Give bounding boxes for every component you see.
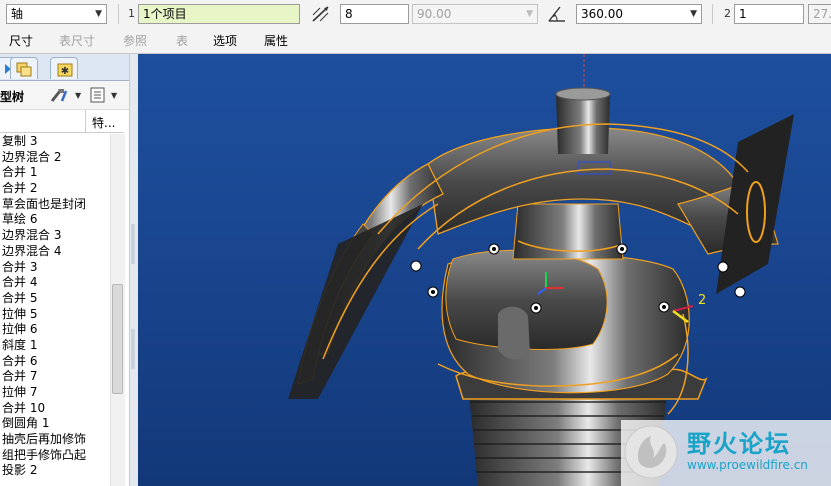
watermark-logo-icon	[624, 425, 678, 479]
thickness-input[interactable]: 8	[340, 4, 409, 24]
tree-item[interactable]: 合并 7	[0, 369, 112, 385]
reference-count-label: 1	[128, 7, 135, 20]
angle-icon[interactable]	[546, 4, 568, 24]
splitter-grip[interactable]	[131, 329, 135, 369]
axis-label-text: 2	[698, 293, 706, 308]
tree-item[interactable]: 投影 2	[0, 463, 112, 479]
feature-type-value: 轴	[11, 7, 24, 21]
tree-column-header: 特...	[0, 110, 124, 133]
column-feature-label[interactable]: 特...	[92, 114, 115, 131]
tab-options[interactable]: 选项	[213, 32, 237, 49]
tree-item[interactable]: 合并 2	[0, 181, 112, 197]
tree-scrollbar[interactable]	[110, 134, 125, 486]
tree-item[interactable]: 合并 4	[0, 275, 112, 291]
svg-text:▼: ▼	[75, 91, 82, 100]
chevron-down-icon: ▼	[95, 9, 102, 19]
tree-item[interactable]: 草绘 6	[0, 212, 112, 228]
tree-item[interactable]: 草会面也是封闭	[0, 197, 112, 213]
tab-folder-browser[interactable]	[10, 57, 38, 79]
tree-item[interactable]: 复制 3	[0, 134, 112, 150]
tab-properties[interactable]: 属性	[264, 32, 288, 49]
tree-show-button[interactable]: ▼	[88, 85, 122, 105]
panel-splitter[interactable]	[129, 54, 138, 486]
tree-item[interactable]: 抽壳后再加修饰	[0, 432, 112, 448]
tree-item[interactable]: 合并 6	[0, 354, 112, 370]
tab-favorites[interactable]: ✱	[50, 57, 78, 79]
tree-item[interactable]: 边界混合 3	[0, 228, 112, 244]
angle-disabled-value: 90.00	[417, 7, 452, 21]
angle-select[interactable]: 360.00 ▼	[576, 4, 702, 24]
tree-item[interactable]: 倒圆角 1	[0, 416, 112, 432]
model-tree-header: 型树 ▼ ▼	[0, 81, 137, 110]
sketch-plane-left	[288, 204, 423, 399]
feature-type-select[interactable]: 轴 ▼	[6, 4, 107, 24]
top-cylinder-cap	[555, 87, 611, 101]
extra-input: 27.	[808, 4, 831, 24]
svg-text:✱: ✱	[61, 66, 69, 77]
navigator-panel: ✱ 型树 ▼ ▼ 特... 复制 3 边界混合 2 合并 1 合并 2 草会面也…	[0, 54, 138, 486]
tree-item[interactable]: 拉伸 7	[0, 385, 112, 401]
tree-item[interactable]: 组把手修饰凸起	[0, 448, 112, 464]
tab-table[interactable]: 表	[176, 32, 188, 49]
chevron-down-icon: ▼	[690, 9, 697, 19]
thicken-icon[interactable]	[310, 4, 332, 24]
extra-value: 27.	[813, 7, 831, 21]
divider	[712, 4, 713, 24]
watermark: 野火论坛 www.proewildfire.cn	[621, 420, 831, 486]
watermark-title: 野火论坛	[687, 430, 791, 458]
svg-text:▼: ▼	[111, 91, 118, 100]
scrollbar-thumb[interactable]	[112, 284, 123, 394]
tab-references[interactable]: 参照	[123, 32, 147, 49]
tree-item[interactable]: 合并 3	[0, 260, 112, 276]
tools-icon: ▼	[50, 89, 82, 102]
reference-collector-value: 1个项目	[143, 7, 187, 21]
navigator-tabs: ✱	[0, 54, 137, 81]
reference-collector[interactable]: 1个项目	[138, 4, 300, 24]
tree-item[interactable]: 合并 5	[0, 291, 112, 307]
count-value: 1	[739, 7, 747, 21]
tree-item[interactable]: 边界混合 2	[0, 150, 112, 166]
favorites-icon: ✱	[57, 63, 73, 77]
model-tree-list: 复制 3 边界混合 2 合并 1 合并 2 草会面也是封闭 草绘 6 边界混合 3 边界混合 …	[0, 134, 112, 486]
tree-settings-button[interactable]: ▼	[48, 85, 82, 105]
thickness-value: 8	[345, 7, 353, 21]
tree-item[interactable]: 拉伸 5	[0, 307, 112, 323]
count-label: 2	[724, 7, 731, 20]
tree-item[interactable]: 合并 1	[0, 165, 112, 181]
angle-select-disabled: 90.00 ▼	[412, 4, 538, 24]
tab-table-dimensions[interactable]: 表尺寸	[59, 32, 95, 49]
folder-icon	[16, 62, 32, 77]
inner-lip	[498, 306, 530, 360]
tree-item[interactable]: 斜度 1	[0, 338, 112, 354]
tree-item[interactable]: 合并 10	[0, 401, 112, 417]
model-tree-title: 型树	[0, 90, 25, 104]
watermark-url: www.proewildfire.cn	[687, 458, 808, 472]
count-input[interactable]: 1	[734, 4, 804, 24]
splitter-grip[interactable]	[131, 224, 135, 264]
tree-item[interactable]: 边界混合 4	[0, 244, 112, 260]
column-divider	[85, 110, 86, 132]
tab-dimensions[interactable]: 尺寸	[9, 32, 33, 49]
divider	[118, 4, 119, 24]
feature-dashboard: 轴 ▼ 1 1个项目 8 90.00 ▼ 360.00 ▼ 2 1 27. 尺寸…	[0, 0, 831, 54]
chevron-down-icon: ▼	[526, 9, 533, 19]
list-icon: ▼	[90, 87, 118, 103]
angle-value: 360.00	[581, 7, 623, 21]
tree-item[interactable]: 拉伸 6	[0, 322, 112, 338]
